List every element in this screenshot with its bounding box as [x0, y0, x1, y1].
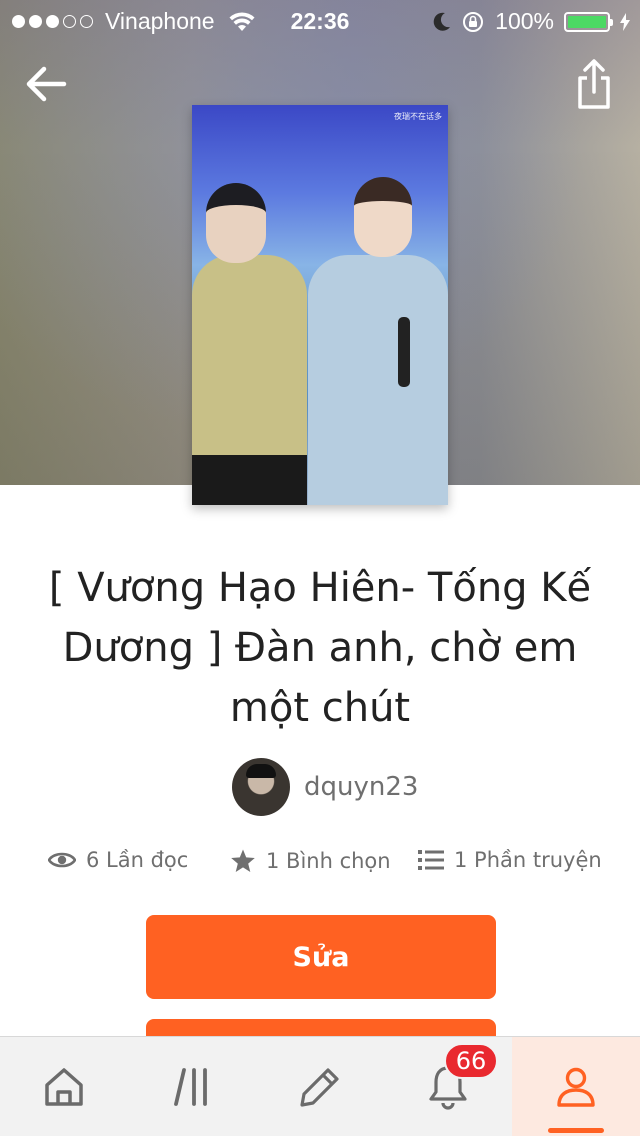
story-cover-image: 夜瑞不在话多 — [192, 105, 448, 505]
battery-icon — [564, 11, 613, 32]
cover-caption: 夜瑞不在话多 — [394, 112, 442, 121]
parts-stat: 1 Phần truyện — [418, 848, 602, 872]
battery-percent: 100% — [495, 8, 554, 34]
cover-microphone — [398, 317, 410, 387]
tab-notifications[interactable]: 66 — [384, 1037, 512, 1136]
user-icon — [557, 1067, 595, 1107]
library-icon — [174, 1068, 207, 1106]
status-right: 100% — [433, 8, 630, 35]
tab-home[interactable] — [0, 1037, 128, 1136]
rotation-lock-icon — [463, 11, 484, 32]
author-name[interactable]: dquyn23 — [304, 772, 418, 802]
pencil-icon — [300, 1068, 339, 1107]
story-title: [ Vương Hạo Hiên- Tống Kế Dương ] Đàn an… — [48, 565, 592, 731]
story-stats: 6 Lần đọc 1 Bình chọn 1 Phần truyện — [48, 848, 608, 888]
parts-count: 1 Phần truyện — [454, 848, 602, 872]
votes-stat: 1 Bình chọn — [230, 848, 391, 874]
tab-library[interactable] — [128, 1037, 256, 1136]
tab-write[interactable] — [256, 1037, 384, 1136]
star-icon — [231, 849, 255, 872]
arrow-left-icon — [26, 66, 67, 102]
avatar-hair — [246, 764, 276, 778]
back-button[interactable] — [22, 60, 70, 108]
tab-profile[interactable] — [512, 1037, 640, 1136]
reads-count: 6 Lần đọc — [86, 848, 189, 872]
avatar[interactable] — [232, 758, 290, 816]
cover-figure-left-head — [206, 183, 266, 263]
share-button[interactable] — [574, 58, 614, 110]
moon-icon — [433, 12, 451, 31]
share-icon — [578, 59, 610, 109]
votes-count: 1 Bình chọn — [266, 849, 391, 873]
cover-figure-right — [308, 255, 448, 505]
author-row[interactable]: dquyn23 — [232, 758, 418, 816]
notification-badge: 66 — [444, 1043, 498, 1079]
reads-stat: 6 Lần đọc — [48, 848, 188, 872]
eye-icon — [48, 852, 76, 868]
charging-bolt-icon — [620, 12, 630, 31]
battery-level — [568, 15, 606, 28]
home-icon — [45, 1068, 83, 1106]
cover-figure-right-head — [354, 177, 412, 257]
list-icon — [418, 850, 444, 870]
bottom-tab-bar: 66 — [0, 1036, 640, 1136]
status-bar: Vinaphone 22:36 100% — [0, 0, 640, 40]
cover-figure-legs — [192, 455, 307, 505]
edit-button[interactable]: Sửa — [146, 915, 496, 999]
